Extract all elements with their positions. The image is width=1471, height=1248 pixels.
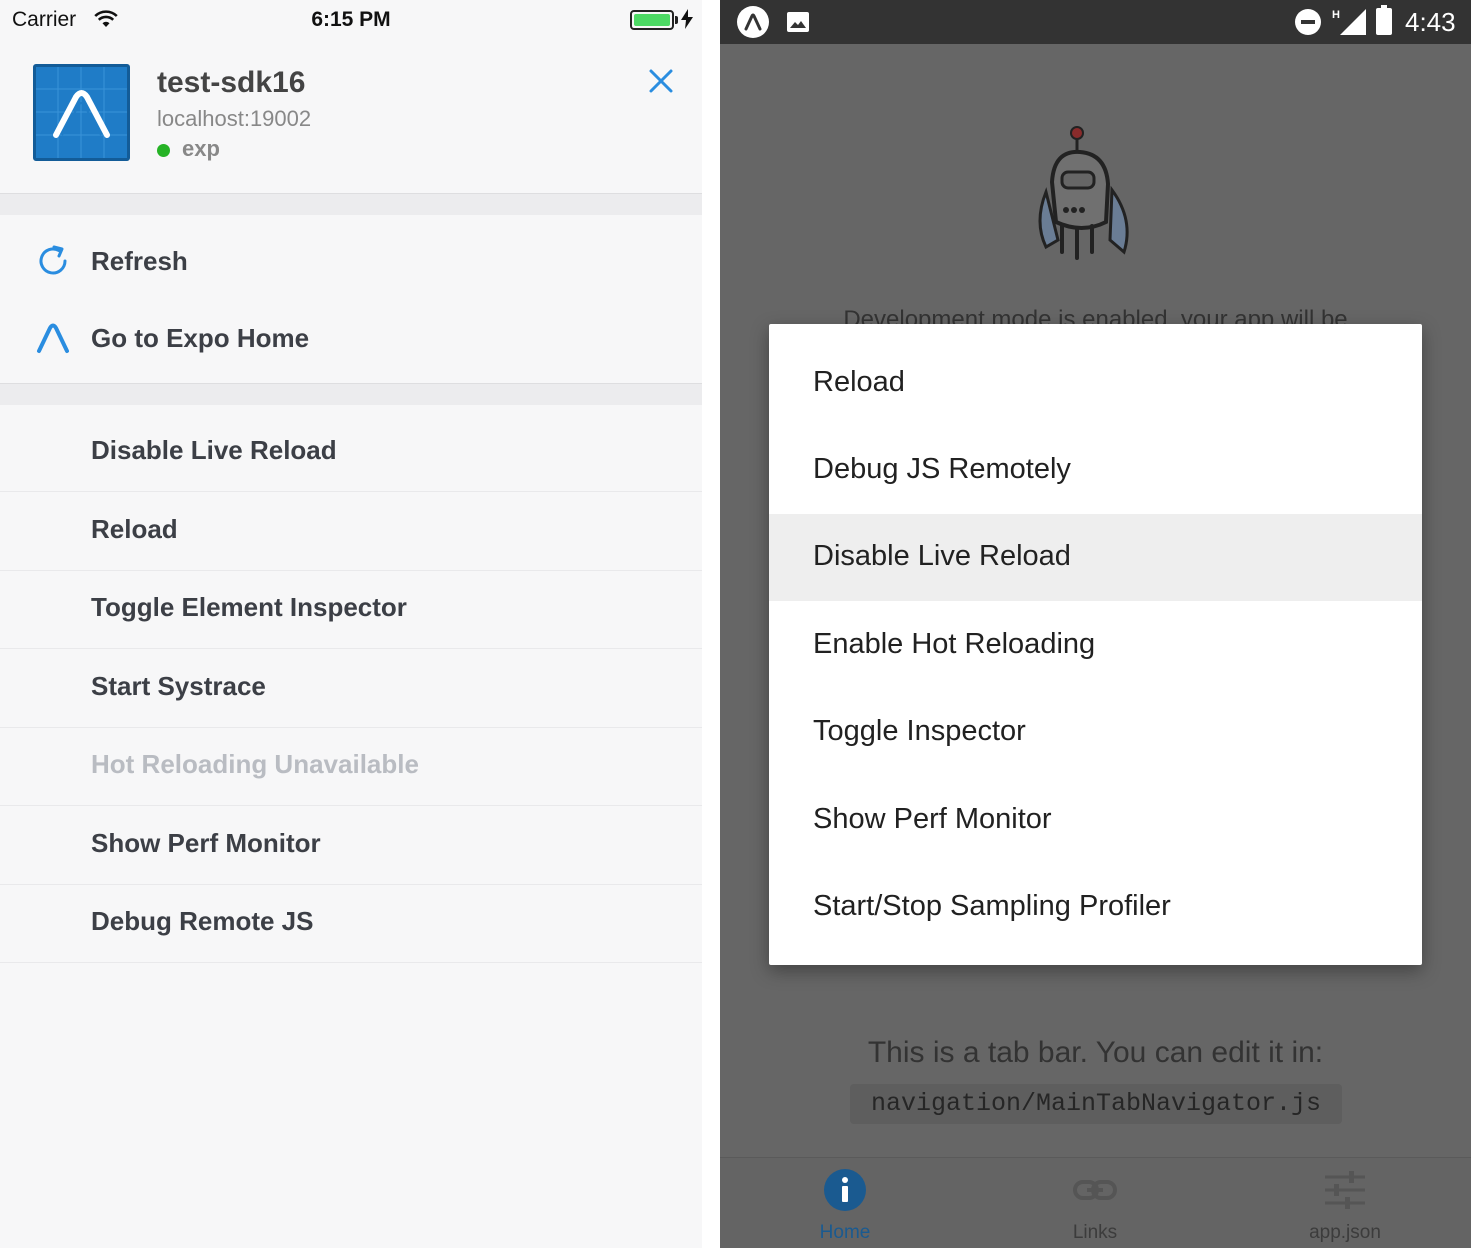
dialog-item-enable-hot-reloading[interactable]: Enable Hot Reloading	[769, 602, 1422, 689]
info-icon	[823, 1168, 867, 1212]
dialog-item-sampling-profiler[interactable]: Start/Stop Sampling Profiler	[769, 864, 1422, 951]
tab-home[interactable]: Home	[720, 1158, 970, 1248]
code-path-chip: navigation/MainTabNavigator.js	[850, 1084, 1342, 1124]
expo-home-label: Go to Expo Home	[91, 323, 310, 353]
do-not-disturb-icon	[1295, 9, 1321, 35]
battery-icon	[630, 10, 674, 30]
dialog-item-label: Toggle Inspector	[813, 715, 1026, 747]
project-host: localhost:19002	[157, 106, 312, 131]
dev-menu-dialog: Reload Debug JS Remotely Disable Live Re…	[769, 324, 1422, 965]
tab-app-json-label: app.json	[1309, 1222, 1381, 1243]
bottom-tab-bar: Home Links app.json	[720, 1157, 1471, 1248]
ios-clock: 6:15 PM	[311, 8, 391, 31]
network-type-label: H	[1332, 9, 1340, 21]
tab-bar-hint-text: This is a tab bar. You can edit it in:	[867, 1036, 1324, 1069]
project-header: test-sdk16 localhost:19002 exp	[0, 42, 702, 194]
dialog-item-label: Show Perf Monitor	[813, 803, 1052, 835]
expo-logo-icon	[33, 64, 130, 161]
refresh-button[interactable]: Refresh	[0, 225, 702, 300]
ios-status-bar: Carrier 6:15 PM	[0, 0, 702, 42]
start-systrace-item[interactable]: Start Systrace	[0, 649, 702, 728]
robot-illustration	[1032, 122, 1142, 277]
dialog-item-reload[interactable]: Reload	[769, 340, 1422, 427]
section-divider	[0, 193, 702, 215]
menu-item-label: Reload	[91, 514, 178, 544]
go-to-expo-home-button[interactable]: Go to Expo Home	[0, 302, 702, 377]
toggle-element-inspector-item[interactable]: Toggle Element Inspector	[0, 570, 702, 649]
signal-icon: H	[1332, 8, 1368, 41]
dialog-item-label: Enable Hot Reloading	[813, 628, 1096, 660]
dialog-item-toggle-inspector[interactable]: Toggle Inspector	[769, 689, 1422, 776]
code-path-text: navigation/MainTabNavigator.js	[870, 1089, 1322, 1118]
expo-notification-icon	[737, 6, 769, 38]
dialog-item-label: Debug JS Remotely	[813, 453, 1071, 485]
refresh-icon	[34, 242, 72, 280]
show-perf-monitor-item[interactable]: Show Perf Monitor	[0, 806, 702, 885]
tab-links-label: Links	[1072, 1222, 1118, 1243]
status-dot	[157, 144, 170, 157]
dialog-item-disable-live-reload[interactable]: Disable Live Reload	[769, 514, 1422, 601]
dialog-item-debug-js-remotely[interactable]: Debug JS Remotely	[769, 427, 1422, 514]
tab-links[interactable]: Links	[970, 1158, 1220, 1248]
menu-item-label: Debug Remote JS	[91, 906, 314, 936]
project-status: exp	[182, 136, 220, 161]
section-divider	[0, 383, 702, 405]
image-notification-icon	[786, 11, 810, 38]
menu-item-label: Disable Live Reload	[91, 435, 337, 465]
disable-live-reload-item[interactable]: Disable Live Reload	[0, 413, 702, 492]
dialog-item-label: Reload	[813, 366, 905, 398]
menu-item-label: Start Systrace	[91, 671, 266, 701]
menu-item-label: Toggle Element Inspector	[91, 592, 407, 622]
android-clock: 4:43	[1405, 7, 1456, 37]
tab-app-json[interactable]: app.json	[1220, 1158, 1470, 1248]
dialog-item-label: Disable Live Reload	[813, 540, 1071, 572]
android-battery-icon	[1376, 5, 1392, 35]
expo-home-icon	[34, 319, 72, 357]
tab-home-label: Home	[819, 1222, 871, 1243]
android-status-bar: H 4:43	[720, 0, 1471, 44]
screenshot-divider	[702, 0, 720, 1248]
refresh-label: Refresh	[91, 246, 188, 276]
dialog-item-label: Start/Stop Sampling Profiler	[813, 890, 1171, 922]
sliders-icon	[1323, 1168, 1367, 1212]
link-icon	[1073, 1168, 1117, 1212]
ios-dev-menu-screen: Carrier 6:15 PM test-sdk16 localhost:190…	[0, 0, 702, 1248]
project-name: test-sdk16	[157, 66, 306, 99]
battery-tip	[675, 16, 678, 24]
close-icon[interactable]	[646, 66, 676, 96]
debug-remote-js-item[interactable]: Debug Remote JS	[0, 884, 702, 963]
android-dev-menu-screen: H 4:43 Development mode is enabled, your…	[720, 0, 1471, 1248]
hot-reloading-unavailable-item: Hot Reloading Unavailable	[0, 727, 702, 806]
charging-bolt-icon	[681, 9, 693, 35]
reload-item[interactable]: Reload	[0, 492, 702, 571]
menu-item-label: Show Perf Monitor	[91, 828, 321, 858]
dialog-item-show-perf-monitor[interactable]: Show Perf Monitor	[769, 777, 1422, 864]
menu-item-label: Hot Reloading Unavailable	[91, 749, 419, 779]
